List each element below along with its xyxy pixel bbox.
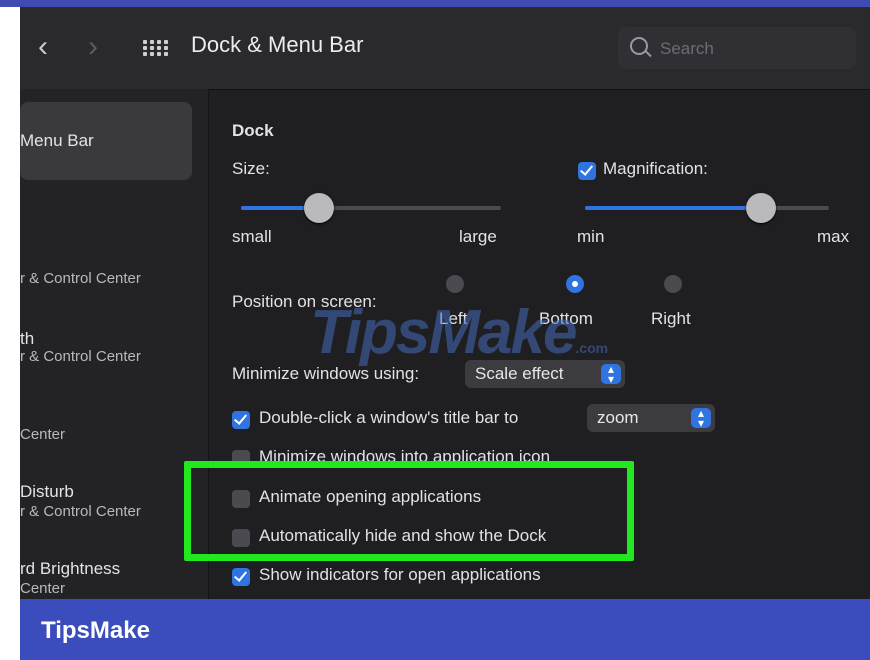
- doubleclick-action-value: zoom: [597, 408, 639, 427]
- magnification-slider[interactable]: [585, 193, 829, 223]
- sidebar-item-sub[interactable]: r & Control Center: [20, 270, 141, 287]
- minimize-into-icon-label: Minimize windows into application icon: [259, 447, 551, 466]
- search-icon: [630, 37, 648, 55]
- title-bar: ‹ › Dock & Menu Bar: [20, 7, 870, 90]
- window-title: Dock & Menu Bar: [191, 32, 364, 57]
- doubleclick-action-popup[interactable]: zoom ▴ ▾: [587, 404, 715, 432]
- size-min-label: small: [232, 227, 272, 246]
- search-field[interactable]: [618, 27, 856, 69]
- size-max-label: large: [459, 227, 497, 246]
- doubleclick-checkbox[interactable]: [232, 411, 250, 429]
- sidebar-item-label: Menu Bar: [20, 131, 94, 150]
- autohide-label: Automatically hide and show the Dock: [259, 526, 547, 545]
- size-label: Size:: [232, 159, 270, 178]
- footer-banner: TipsMake: [20, 599, 870, 660]
- minimize-into-icon-checkbox[interactable]: [232, 450, 250, 468]
- chevron-right-icon[interactable]: ›: [75, 29, 111, 65]
- sidebar-item-label[interactable]: rd Brightness: [20, 559, 120, 579]
- size-slider[interactable]: [241, 193, 501, 223]
- mag-max-label: max: [817, 227, 850, 246]
- screenshot-frame: ‹ › Dock & Menu Bar Menu Bar r & Control…: [0, 0, 870, 660]
- sidebar-item-label[interactable]: Disturb: [20, 482, 74, 502]
- sidebar-item-label[interactable]: th: [20, 329, 34, 349]
- autohide-checkbox[interactable]: [232, 529, 250, 547]
- preferences-window: ‹ › Dock & Menu Bar Menu Bar r & Control…: [20, 7, 870, 599]
- magnification-slider-fill: [585, 206, 761, 210]
- position-right-radio[interactable]: [664, 275, 682, 293]
- magnification-slider-knob[interactable]: [746, 193, 776, 223]
- position-left-radio[interactable]: [446, 275, 464, 293]
- search-input[interactable]: [658, 36, 842, 62]
- position-right-label: Right: [651, 309, 691, 328]
- top-border: [0, 0, 870, 7]
- doubleclick-label: Double-click a window's title bar to: [259, 408, 519, 427]
- sidebar: Menu Bar r & Control Center th r & Contr…: [20, 89, 209, 599]
- indicators-checkbox[interactable]: [232, 568, 250, 586]
- magnification-checkbox[interactable]: [578, 162, 596, 180]
- magnification-label: Magnification:: [603, 159, 708, 178]
- sidebar-item-sub: r & Control Center: [20, 503, 141, 520]
- sidebar-item-sub: Center: [20, 580, 66, 597]
- sidebar-item-sub: r & Control Center: [20, 348, 141, 365]
- watermark: TipsMake.com: [310, 298, 609, 367]
- position-bottom-radio[interactable]: [566, 275, 584, 293]
- popup-chevrons-icon: ▴ ▾: [691, 407, 711, 429]
- size-slider-knob[interactable]: [304, 193, 334, 223]
- section-title: Dock: [232, 121, 274, 140]
- animate-checkbox[interactable]: [232, 490, 250, 508]
- animate-label: Animate opening applications: [259, 487, 482, 506]
- brand-logo-text: TipsMake: [41, 617, 150, 644]
- chevron-left-icon[interactable]: ‹: [25, 29, 61, 65]
- mag-min-label: min: [577, 227, 605, 246]
- indicators-label: Show indicators for open applications: [259, 565, 541, 584]
- show-all-grid-icon[interactable]: [143, 40, 169, 56]
- sidebar-item-sub[interactable]: Center: [20, 426, 65, 443]
